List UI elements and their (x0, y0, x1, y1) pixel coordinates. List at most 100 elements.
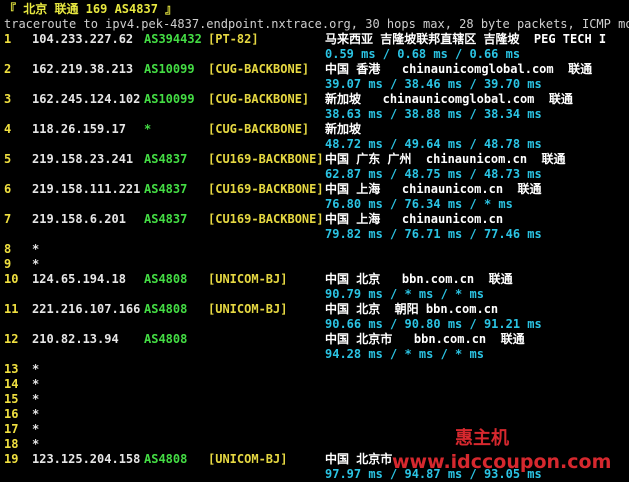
hop-ip: * (32, 422, 40, 436)
hop-row: 1 104.233.227.62 AS394432 [PT-82] 马来西亚 吉隆坡联邦… (0, 32, 629, 47)
hop-row: 13 * (0, 362, 629, 377)
trace-title: 『 北京 联通 169 AS4837 』 (4, 2, 178, 16)
hop-row: 11 221.216.107.166 AS4808 [UNICOM-BJ] 中国 北京 … (0, 302, 629, 317)
hop-number: 13 (4, 362, 19, 376)
hop-ip: 210.82.13.94 (32, 332, 119, 346)
hop-number: 14 (4, 377, 19, 391)
hop-asn: AS4808 (144, 452, 188, 466)
hop-number: 17 (4, 422, 19, 436)
hop-latency-row: 38.63 ms / 38.88 ms / 38.34 ms (0, 107, 629, 122)
hop-latency: 48.72 ms / 49.64 ms / 48.78 ms (325, 137, 542, 151)
hop-latency-row: 39.07 ms / 38.46 ms / 39.70 ms (0, 77, 629, 92)
hop-number: 11 (4, 302, 19, 316)
hop-row: 7 219.158.6.201 AS4837 [CU169-BACKBONE] 中国 上… (0, 212, 629, 227)
hop-row: 6 219.158.111.221 AS4837 [CU169-BACKBONE] 中国… (0, 182, 629, 197)
hop-ip: * (32, 437, 40, 451)
hop-number: 15 (4, 392, 19, 406)
hop-number: 1 (4, 32, 12, 46)
hop-ip: * (32, 407, 40, 421)
hop-tag: [CU169-BACKBONE] (208, 152, 324, 166)
hop-asn: AS4837 (144, 212, 188, 226)
hop-number: 2 (4, 62, 12, 76)
hop-latency: 90.66 ms / 90.80 ms / 91.21 ms (325, 317, 542, 331)
hop-ip: 104.233.227.62 (32, 32, 134, 46)
hop-latency-row: 94.28 ms / * ms / * ms (0, 347, 629, 362)
hop-ip: 219.158.6.201 (32, 212, 126, 226)
hop-ip: 162.245.124.102 (32, 92, 141, 106)
hop-number: 16 (4, 407, 19, 421)
hop-tag: [CUG-BACKBONE] (208, 122, 310, 136)
hop-tag: [CU169-BACKBONE] (208, 212, 324, 226)
hop-latency: 39.07 ms / 38.46 ms / 39.70 ms (325, 77, 542, 91)
hop-number: 3 (4, 92, 12, 106)
hop-ip: 162.219.38.213 (32, 62, 134, 76)
hop-ip: 118.26.159.17 (32, 122, 126, 136)
watermark-url: www.idccoupon.com (392, 451, 612, 473)
hop-number: 5 (4, 152, 12, 166)
hop-ip: 221.216.107.166 (32, 302, 141, 316)
hop-number: 7 (4, 212, 12, 226)
hop-tag: [PT-82] (208, 32, 259, 46)
hop-row: 3 162.245.124.102 AS10099 [CUG-BACKBONE] 新加坡… (0, 92, 629, 107)
hop-number: 8 (4, 242, 12, 256)
hop-latency: 0.59 ms / 0.68 ms / 0.66 ms (325, 47, 521, 61)
hop-row: 10 124.65.194.18 AS4808 [UNICOM-BJ] 中国 北京 bb… (0, 272, 629, 287)
hop-geo: 中国 北京 朝阳 bbn.com.cn (325, 302, 499, 316)
hop-geo: 中国 上海 chinaunicom.cn (325, 212, 504, 226)
hop-latency: 76.80 ms / 76.34 ms / * ms (325, 197, 513, 211)
hop-ip: * (32, 392, 40, 406)
hop-tag: [CUG-BACKBONE] (208, 92, 310, 106)
hop-ip: 123.125.204.158 (32, 452, 141, 466)
hop-row: 17 * (0, 422, 629, 437)
hop-ip: * (32, 242, 40, 256)
watermark-brand: 惠主机 (455, 428, 509, 449)
hop-asn: AS10099 (144, 92, 195, 106)
hop-tag: [UNICOM-BJ] (208, 302, 288, 316)
hop-latency: 38.63 ms / 38.88 ms / 38.34 ms (325, 107, 542, 121)
hop-number: 10 (4, 272, 19, 286)
hop-row: 15 * (0, 392, 629, 407)
hop-asn: AS4808 (144, 332, 188, 346)
hop-latency-row: 90.66 ms / 90.80 ms / 91.21 ms (0, 317, 629, 332)
hop-geo: 中国 广东 广州 chinaunicom.cn 联通 (325, 152, 566, 166)
hop-asn: AS394432 (144, 32, 202, 46)
hop-number: 12 (4, 332, 19, 346)
hop-asn: AS4837 (144, 182, 188, 196)
hop-asn: AS4808 (144, 302, 188, 316)
hop-geo: 中国 北京 bbn.com.cn 联通 (325, 272, 513, 286)
hop-ip: * (32, 257, 40, 271)
hop-asn: * (144, 122, 152, 136)
hop-geo: 中国 北京市 (325, 452, 393, 466)
traceroute-command-info: traceroute to ipv4.pek-4837.endpoint.nxt… (4, 17, 629, 31)
hop-row: 16 * (0, 407, 629, 422)
hop-asn: AS10099 (144, 62, 195, 76)
hop-ip: * (32, 362, 40, 376)
hop-latency-row: 90.79 ms / * ms / * ms (0, 287, 629, 302)
hop-latency-row: 76.80 ms / 76.34 ms / * ms (0, 197, 629, 212)
hop-asn: AS4808 (144, 272, 188, 286)
hop-row: 4 118.26.159.17 * [CUG-BACKBONE] 新加坡 (0, 122, 629, 137)
hop-tag: [CU169-BACKBONE] (208, 182, 324, 196)
hop-tag: [CUG-BACKBONE] (208, 62, 310, 76)
hop-latency-row: 0.59 ms / 0.68 ms / 0.66 ms (0, 47, 629, 62)
hop-row: 9 * (0, 257, 629, 272)
hop-geo: 中国 上海 chinaunicom.cn 联通 (325, 182, 542, 196)
hop-number: 19 (4, 452, 19, 466)
terminal-window: { "header": { "title": "『 北京 联通 169 AS48… (0, 0, 629, 481)
hop-ip: 219.158.23.241 (32, 152, 134, 166)
hop-ip: 124.65.194.18 (32, 272, 126, 286)
hop-number: 9 (4, 257, 12, 271)
hop-latency-row: 48.72 ms / 49.64 ms / 48.78 ms (0, 137, 629, 152)
hop-row: 5 219.158.23.241 AS4837 [CU169-BACKBONE] 中国 … (0, 152, 629, 167)
hop-number: 4 (4, 122, 12, 136)
hop-row: 18 * (0, 437, 629, 452)
hop-latency: 90.79 ms / * ms / * ms (325, 287, 484, 301)
hop-row: 14 * (0, 377, 629, 392)
hop-geo: 中国 北京市 bbn.com.cn 联通 (325, 332, 525, 346)
hop-row: 8 * (0, 242, 629, 257)
hop-geo: 新加坡 chinaunicomglobal.com 联通 (325, 92, 573, 106)
hop-asn: AS4837 (144, 152, 188, 166)
hop-row: 12 210.82.13.94 AS4808 中国 北京市 bbn.com.cn 联通 (0, 332, 629, 347)
hop-tag: [UNICOM-BJ] (208, 272, 288, 286)
hop-ip: 219.158.111.221 (32, 182, 141, 196)
